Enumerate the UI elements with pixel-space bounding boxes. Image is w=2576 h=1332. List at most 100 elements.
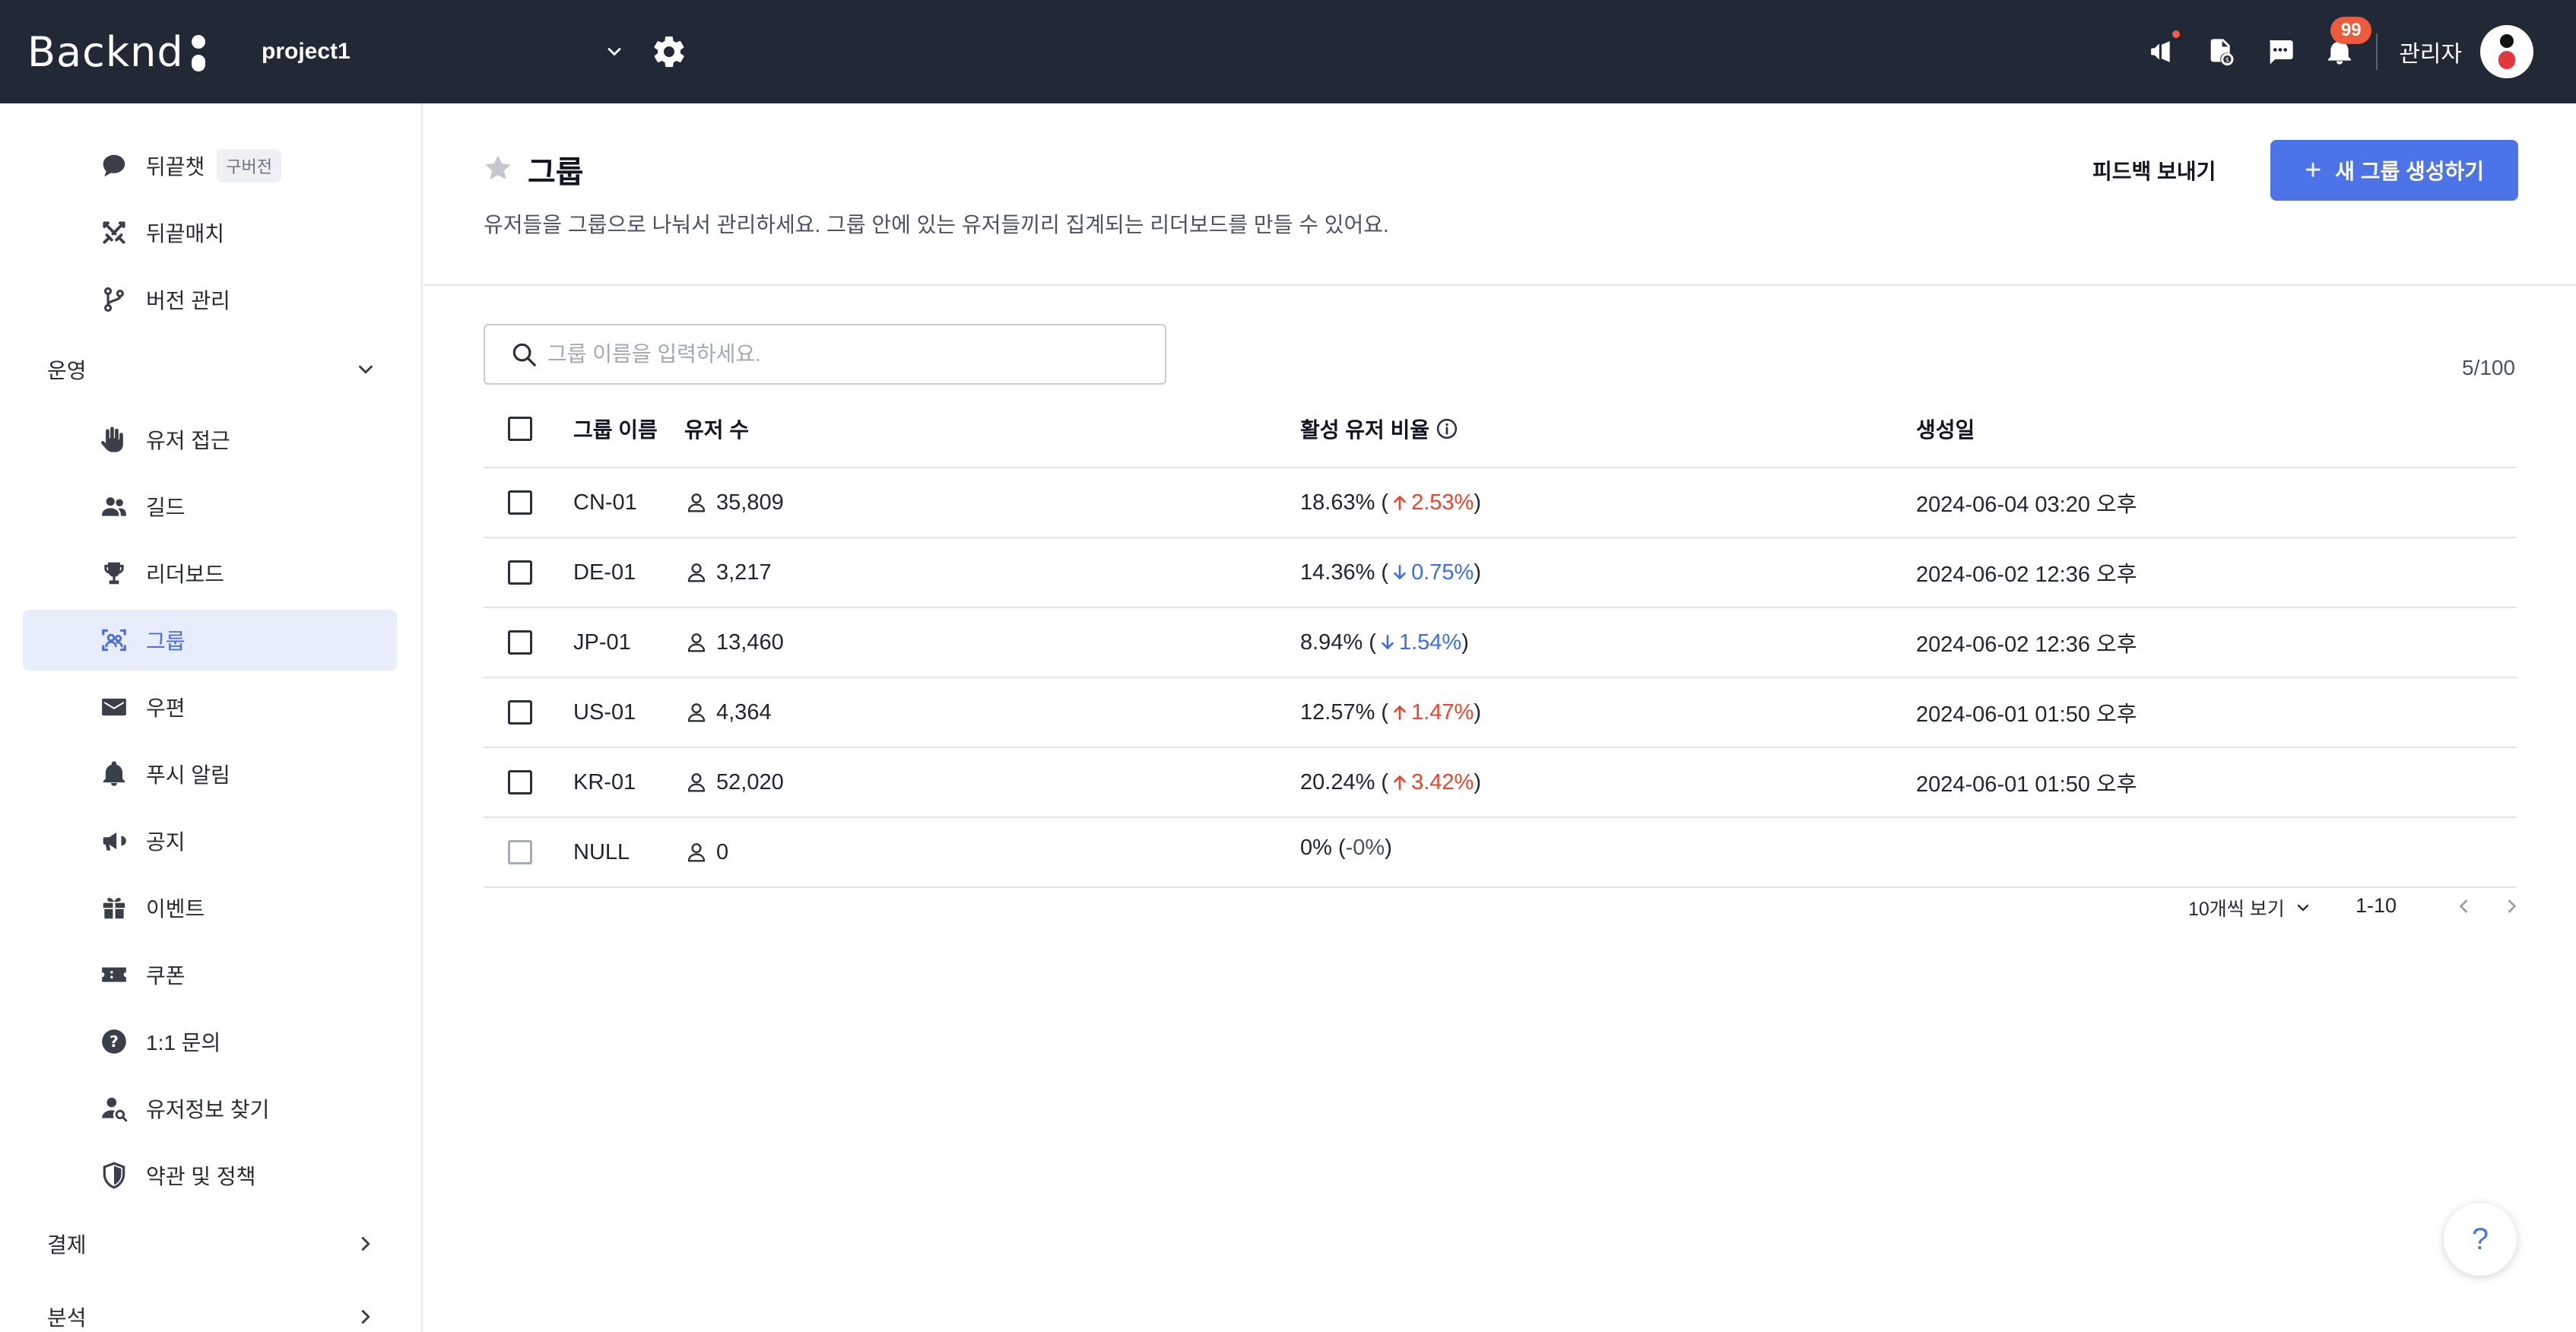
app-logo[interactable]: Backnd: [27, 27, 207, 76]
sidebar-item-label: 1:1 문의: [146, 1031, 221, 1054]
sidebar-item-notice[interactable]: 공지: [23, 810, 397, 871]
table-row[interactable]: KR-01 52,020 20.24% ( 3.42% ) 2024-06-01…: [484, 748, 2517, 818]
sidebar-section-analytics[interactable]: 분석: [23, 1286, 397, 1332]
user-count-value: 13,460: [716, 630, 784, 655]
active-ratio: 14.36% ( 0.75% ): [1300, 538, 1481, 607]
user-count-value: 3,217: [716, 560, 772, 585]
row-checkbox[interactable]: [508, 700, 532, 725]
select-all-checkbox[interactable]: [508, 417, 532, 441]
send-feedback-button[interactable]: 피드백 보내기: [2092, 155, 2216, 186]
user-count-value: 0: [716, 839, 729, 864]
section-label: 운영: [47, 359, 87, 382]
next-page-button[interactable]: [2497, 891, 2527, 921]
table-row[interactable]: US-01 4,364 12.57% ( 1.47% ) 2024-06-01 …: [484, 678, 2517, 748]
sidebar-item-label: 버전 관리: [146, 289, 230, 312]
create-group-button[interactable]: + 새 그룹 생성하기: [2270, 140, 2518, 201]
chat-bubble-icon: [99, 151, 129, 181]
ratio-close-paren: ): [1474, 769, 1481, 794]
top-bar-divider: [2376, 33, 2378, 70]
trophy-icon: [99, 558, 129, 588]
svg-text:$: $: [2225, 56, 2230, 65]
sidebar-item-event[interactable]: 이벤트: [23, 877, 397, 938]
notifications-button[interactable]: 99: [2321, 17, 2372, 70]
sidebar-item-label: 이벤트: [146, 897, 205, 921]
user-icon: [687, 563, 706, 582]
billing-button[interactable]: $: [2203, 33, 2239, 70]
sidebar-item-guild[interactable]: 길드: [23, 476, 397, 537]
column-header-active-ratio[interactable]: 활성 유저 비율: [1300, 391, 1458, 467]
favorite-star-icon[interactable]: [482, 152, 514, 184]
group-name[interactable]: KR-01: [573, 748, 636, 817]
search-input[interactable]: [547, 331, 1140, 377]
group-name[interactable]: JP-01: [573, 608, 631, 677]
group-name[interactable]: US-01: [573, 678, 636, 747]
created-date: 2024-06-01 01:50 오후: [1916, 772, 2137, 797]
ratio-value: 12.57% (: [1300, 699, 1389, 725]
sidebar-item-label: 그룹: [146, 630, 186, 653]
swords-icon: [99, 217, 129, 248]
bell-icon: [99, 759, 129, 789]
active-ratio: 0% ( -0% ): [1300, 813, 1392, 882]
row-checkbox[interactable]: [508, 770, 532, 794]
ratio-change: 3.42%: [1388, 770, 1474, 795]
column-header-label: 활성 유저 비율: [1300, 418, 1430, 442]
row-checkbox[interactable]: [508, 630, 532, 655]
sidebar-item-coupon[interactable]: 쿠폰: [23, 944, 397, 1005]
row-checkbox[interactable]: [508, 490, 532, 515]
column-header-created[interactable]: 생성일: [1916, 391, 1975, 467]
ratio-change: 1.54%: [1376, 630, 1461, 655]
messages-button[interactable]: [2262, 33, 2298, 70]
table-row[interactable]: NULL 0 0% ( -0% ): [484, 818, 2517, 888]
sidebar-item-match[interactable]: 뒤끝매치: [23, 202, 397, 263]
sidebar-section-operations[interactable]: 운영: [23, 339, 397, 400]
ratio-value: 0% (: [1300, 835, 1346, 860]
ratio-close-paren: ): [1474, 699, 1481, 725]
created-date: 2024-06-02 12:36 오후: [1916, 563, 2137, 587]
announcement-button[interactable]: [2143, 30, 2181, 70]
active-ratio: 8.94% ( 1.54% ): [1300, 608, 1469, 677]
group-icon: [99, 625, 129, 655]
help-button[interactable]: ?: [2444, 1203, 2517, 1276]
project-select[interactable]: project1: [262, 30, 625, 73]
user-name[interactable]: 관리자: [2399, 35, 2462, 68]
column-header-users[interactable]: 유저 수: [684, 391, 749, 467]
sidebar-item-push[interactable]: 푸시 알림: [23, 744, 397, 804]
sidebar-item-policy[interactable]: 약관 및 정책: [23, 1145, 397, 1206]
svg-text:?: ?: [109, 1032, 119, 1051]
main-content: 그룹 유저들을 그룹으로 나눠서 관리하세요. 그룹 안에 있는 유저들끼리 집…: [424, 103, 2576, 1332]
ratio-change-value: 1.54%: [1398, 630, 1462, 655]
sidebar-item-label: 약관 및 정책: [146, 1165, 256, 1188]
sidebar-item-label: 뒤끝챗: [146, 155, 205, 179]
group-name[interactable]: NULL: [573, 818, 630, 886]
sidebar-item-chat[interactable]: 뒤끝챗 구버전: [23, 135, 397, 196]
sidebar-item-user-search[interactable]: 유저정보 찾기: [23, 1078, 397, 1139]
gear-icon[interactable]: [651, 33, 687, 70]
page-title: 그룹: [528, 156, 584, 189]
group-name[interactable]: CN-01: [573, 468, 637, 537]
row-checkbox[interactable]: [508, 840, 532, 864]
page-size-select[interactable]: 10개씩 보기: [2188, 894, 2312, 921]
info-icon[interactable]: [1436, 417, 1458, 440]
chevron-down-icon: [2297, 904, 2308, 912]
sidebar-item-group[interactable]: 그룹: [23, 610, 397, 671]
table-row[interactable]: CN-01 35,809 18.63% ( 2.53% ) 2024-06-04…: [484, 468, 2517, 538]
table-row[interactable]: DE-01 3,217 14.36% ( 0.75% ) 2024-06-02 …: [484, 538, 2517, 608]
previous-page-button[interactable]: [2448, 891, 2479, 921]
sidebar-item-user-access[interactable]: 유저 접근: [23, 409, 397, 470]
sidebar-item-version[interactable]: 버전 관리: [23, 269, 397, 330]
column-header-name[interactable]: 그룹 이름: [573, 391, 658, 467]
avatar[interactable]: [2480, 25, 2533, 78]
sidebar-item-leaderboard[interactable]: 리더보드: [23, 543, 397, 604]
table-row[interactable]: JP-01 13,460 8.94% ( 1.54% ) 2024-06-02 …: [484, 608, 2517, 678]
sidebar-item-inquiry[interactable]: ? 1:1 문의: [23, 1011, 397, 1072]
chevron-right-icon: [361, 1237, 370, 1251]
sidebar-item-mail[interactable]: 우편: [23, 677, 397, 737]
sidebar-section-payment[interactable]: 결제: [23, 1213, 397, 1274]
hand-icon: [99, 424, 129, 455]
new-indicator-dot: [2172, 30, 2181, 38]
ratio-change-value: -0%: [1345, 835, 1385, 860]
page-range: 1-10: [2356, 894, 2397, 917]
ratio-change: 2.53%: [1388, 490, 1474, 515]
group-name[interactable]: DE-01: [573, 538, 636, 607]
row-checkbox[interactable]: [508, 560, 532, 585]
